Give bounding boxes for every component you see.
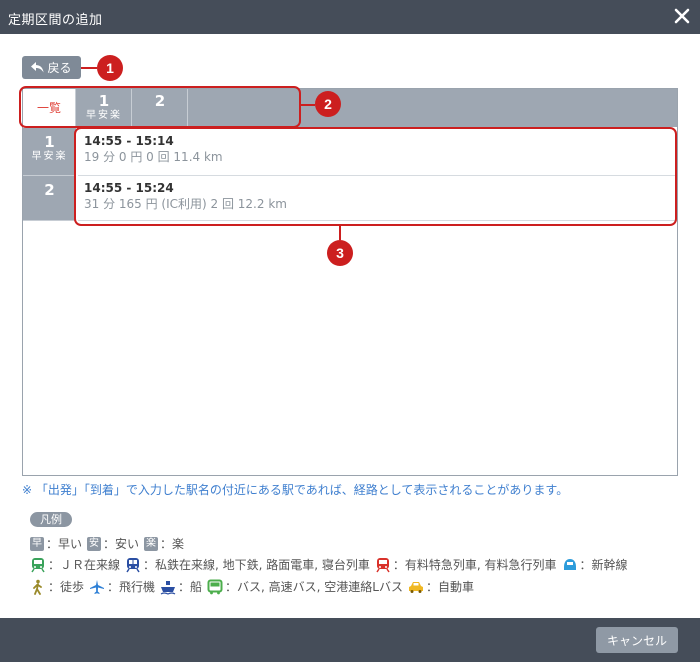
airplane-legend-text: ：飛行機 <box>107 580 156 594</box>
shinkansen-icon <box>563 558 576 570</box>
fast-badge: 早 <box>30 536 44 551</box>
car-icon <box>409 581 423 593</box>
close-icon[interactable] <box>672 6 692 26</box>
back-button-label: 戻る <box>47 61 72 75</box>
window-title: 定期区間の追加 <box>8 13 103 28</box>
jr-train-icon <box>31 557 45 572</box>
footer-bar: キャンセル <box>0 618 700 662</box>
nearby-station-note: ※ 「出発」「到着」で入力した駅名の付近にある駅であれば、経路として表示されるこ… <box>22 483 569 497</box>
shinkansen-legend-text: ：新幹線 <box>579 558 628 572</box>
ship-icon <box>160 580 176 595</box>
callout-line <box>301 104 315 106</box>
airplane-icon <box>90 579 105 594</box>
callout-1: 1 <box>97 55 123 81</box>
route-row-header-2[interactable]: 2 <box>23 176 76 221</box>
walk-legend-text: ：徒歩 <box>48 580 85 594</box>
ship-legend-text: ：船 <box>178 580 203 594</box>
callout-2: 2 <box>315 91 341 117</box>
private-railway-legend-text: ：私鉄在来線, 地下鉄, 路面電車, 寝台列車 <box>143 558 370 572</box>
limited-express-legend-text: ：有料特急列車, 有料急行列車 <box>392 558 557 572</box>
car-legend-text: ：自動車 <box>426 580 475 594</box>
back-button[interactable]: 戻る <box>22 56 81 79</box>
cheap-badge: 安 <box>87 536 102 551</box>
route-2-number: 2 <box>44 181 55 199</box>
route-1-badges: 早安楽 <box>31 151 68 162</box>
legend-title: 凡例 <box>30 512 72 527</box>
cheap-legend-text: ：安い <box>103 537 140 551</box>
callout-line <box>81 67 97 69</box>
jr-legend-text: ：ＪＲ在来線 <box>48 558 121 572</box>
back-arrow-icon <box>31 62 44 73</box>
bus-legend-text: ：バス, 高速バス, 空港連絡Lバス <box>225 580 403 594</box>
route-1-number: 1 <box>44 133 55 151</box>
highlight-box-tabs <box>19 86 301 128</box>
fast-legend-text: ：早い <box>46 537 83 551</box>
callout-line <box>339 226 341 240</box>
legend-row-rail: ：ＪＲ在来線 ：私鉄在来線, 地下鉄, 路面電車, 寝台列車 ：有料特急列車, … <box>30 556 628 573</box>
limited-express-icon <box>376 557 390 572</box>
legend-row-other: ：徒歩 ：飛行機 ：船 ：バス, 高速バス, 空港連絡Lバス ：自動車 <box>30 578 474 595</box>
easy-legend-text: ：楽 <box>160 537 185 551</box>
route-row-header-1[interactable]: 1 早安楽 <box>23 128 76 176</box>
easy-badge: 楽 <box>144 536 159 551</box>
private-railway-icon <box>126 557 140 572</box>
highlight-box-routes <box>74 127 677 226</box>
cancel-button[interactable]: キャンセル <box>596 627 678 653</box>
legend-row-badges: 早 ：早い 安 ：安い 楽 ：楽 <box>30 535 184 552</box>
walk-icon <box>33 579 42 595</box>
title-bar: 定期区間の追加 <box>0 0 700 34</box>
bus-icon <box>207 579 223 594</box>
callout-3: 3 <box>327 240 353 266</box>
